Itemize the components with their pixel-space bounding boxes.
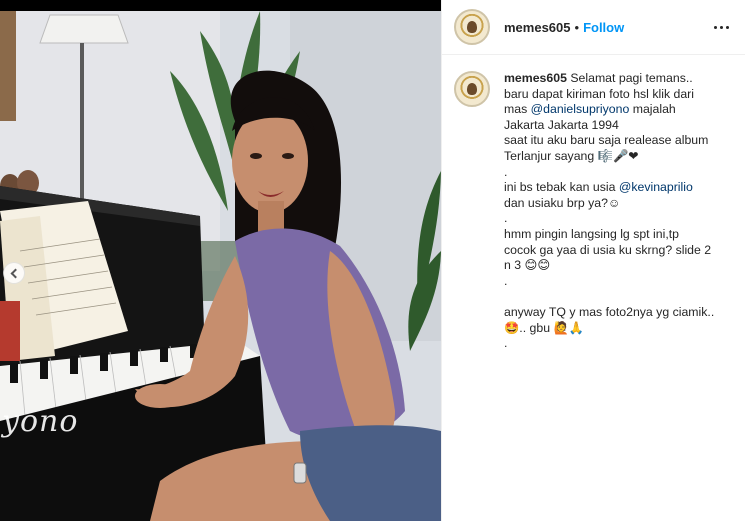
more-options-icon[interactable] [710,22,733,33]
chevron-left-icon [10,268,21,278]
post-photo[interactable]: yono [0,0,441,521]
caption-line: . [504,164,508,179]
post-image [0,11,441,521]
caption-line: hmm pingin langsing lg spt ini,tp [504,226,679,241]
caption-line: . [504,273,508,288]
header-username[interactable]: memes605 [504,20,571,35]
caption-line: majalah [629,102,676,117]
mention-link[interactable]: @danielsupriyono [531,102,630,116]
post-header: memes605 • Follow [442,0,745,55]
caption-line: . [504,211,508,226]
follow-button[interactable]: Follow [583,20,624,35]
caption-line: anyway TQ y mas foto2nya yg ciamik.. [504,304,715,319]
caption-line: n 3 😊😊 [504,258,551,273]
post-side-panel: memes605 • Follow memes605 Selamat pagi … [441,0,745,521]
caption-text: memes605 Selamat pagi temans.. baru dapa… [504,71,733,352]
caption-line: Terlanjur sayang 🎼🎤❤ [504,148,639,163]
caption-line: dan usiaku brp ya?☺ [504,195,621,210]
photo-watermark: yono [2,404,79,439]
caption-line: Selamat pagi temans.. [570,71,693,85]
caption-line: . [504,336,508,351]
mention-link[interactable]: @kevinaprilio [619,180,693,194]
caption-avatar[interactable] [454,71,490,107]
caption-line: saat itu aku baru saja realease album [504,133,709,148]
post-caption: memes605 Selamat pagi temans.. baru dapa… [442,55,745,352]
avatar[interactable] [454,9,490,45]
caption-line: baru dapat kiriman foto hsl klik dari [504,86,695,101]
caption-line: 🤩.. gbu 🙋🙏 [504,320,585,335]
caption-line [504,289,733,305]
caption-line: ini bs tebak kan usia [504,180,619,195]
caption-line: mas [504,102,531,117]
carousel-prev-button[interactable] [3,262,25,284]
photo-top-bar [0,0,441,11]
caption-line: cocok ga yaa di usia ku skrng? slide 2 [504,242,712,257]
caption-line: Jakarta Jakarta 1994 [504,117,619,132]
caption-username[interactable]: memes605 [504,71,567,85]
separator-dot: • [574,19,580,35]
